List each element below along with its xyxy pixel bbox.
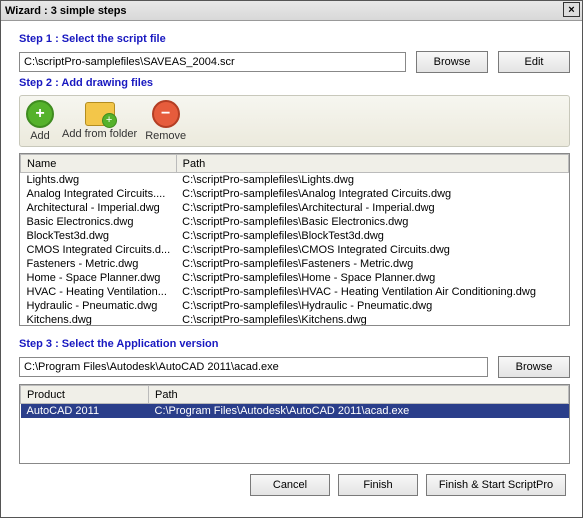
step2-label: Step 2 : Add drawing files bbox=[19, 77, 570, 89]
app-path-input[interactable] bbox=[19, 357, 488, 377]
cell-path: C:\scriptPro-samplefiles\CMOS Integrated… bbox=[176, 243, 568, 257]
window-title: Wizard : 3 simple steps bbox=[5, 5, 127, 17]
script-path-input[interactable] bbox=[19, 52, 406, 72]
table-row bbox=[21, 418, 569, 432]
browse-script-button[interactable]: Browse bbox=[416, 51, 488, 73]
table-row[interactable]: CMOS Integrated Circuits.d...C:\scriptPr… bbox=[21, 243, 569, 257]
cell-product: AutoCAD 2011 bbox=[21, 404, 149, 419]
browse-app-button[interactable]: Browse bbox=[498, 356, 570, 378]
cancel-button[interactable]: Cancel bbox=[250, 474, 330, 496]
finish-button[interactable]: Finish bbox=[338, 474, 418, 496]
table-row[interactable]: Analog Integrated Circuits....C:\scriptP… bbox=[21, 187, 569, 201]
cell-path: C:\scriptPro-samplefiles\Fasteners - Met… bbox=[176, 257, 568, 271]
add-from-folder-button[interactable]: Add from folder bbox=[62, 102, 137, 140]
step1-label: Step 1 : Select the script file bbox=[19, 33, 570, 45]
titlebar: Wizard : 3 simple steps × bbox=[1, 1, 582, 21]
table-row bbox=[21, 446, 569, 460]
cell-name: BlockTest3d.dwg bbox=[21, 229, 177, 243]
cell-name: Home - Space Planner.dwg bbox=[21, 271, 177, 285]
cell-path: C:\scriptPro-samplefiles\Hydraulic - Pne… bbox=[176, 299, 568, 313]
folder-plus-icon bbox=[85, 102, 115, 126]
add-folder-label: Add from folder bbox=[62, 128, 137, 140]
cell-path: C:\Program Files\Autodesk\AutoCAD 2011\a… bbox=[149, 404, 569, 419]
cell-name: Fasteners - Metric.dwg bbox=[21, 257, 177, 271]
cell-name: Lights.dwg bbox=[21, 173, 177, 188]
cell-path: C:\scriptPro-samplefiles\BlockTest3d.dwg bbox=[176, 229, 568, 243]
cell-path: C:\scriptPro-samplefiles\Kitchens.dwg bbox=[176, 313, 568, 326]
table-row[interactable]: Home - Space Planner.dwgC:\scriptPro-sam… bbox=[21, 271, 569, 285]
cell-name: Kitchens.dwg bbox=[21, 313, 177, 326]
cell-path: C:\scriptPro-samplefiles\Analog Integrat… bbox=[176, 187, 568, 201]
finish-start-button[interactable]: Finish & Start ScriptPro bbox=[426, 474, 566, 496]
col-header-prod-path[interactable]: Path bbox=[149, 386, 569, 404]
add-button[interactable]: + Add bbox=[26, 100, 54, 142]
cell-name: HVAC - Heating Ventilation... bbox=[21, 285, 177, 299]
remove-button[interactable]: − Remove bbox=[145, 100, 186, 142]
table-row[interactable]: Hydraulic - Pneumatic.dwgC:\scriptPro-sa… bbox=[21, 299, 569, 313]
table-row[interactable]: Fasteners - Metric.dwgC:\scriptPro-sampl… bbox=[21, 257, 569, 271]
plus-icon: + bbox=[26, 100, 54, 128]
cell-path: C:\scriptPro-samplefiles\Lights.dwg bbox=[176, 173, 568, 188]
close-icon[interactable]: × bbox=[563, 2, 580, 17]
table-row[interactable]: Kitchens.dwgC:\scriptPro-samplefiles\Kit… bbox=[21, 313, 569, 326]
step3-label: Step 3 : Select the Application version bbox=[19, 338, 570, 350]
col-header-name[interactable]: Name bbox=[21, 155, 177, 173]
col-header-path[interactable]: Path bbox=[176, 155, 568, 173]
table-row[interactable]: BlockTest3d.dwgC:\scriptPro-samplefiles\… bbox=[21, 229, 569, 243]
table-row[interactable]: AutoCAD 2011C:\Program Files\Autodesk\Au… bbox=[21, 404, 569, 419]
cell-name: Analog Integrated Circuits.... bbox=[21, 187, 177, 201]
edit-script-button[interactable]: Edit bbox=[498, 51, 570, 73]
table-row[interactable]: Lights.dwgC:\scriptPro-samplefiles\Light… bbox=[21, 173, 569, 188]
cell-name: CMOS Integrated Circuits.d... bbox=[21, 243, 177, 257]
cell-name: Hydraulic - Pneumatic.dwg bbox=[21, 299, 177, 313]
cell-name: Architectural - Imperial.dwg bbox=[21, 201, 177, 215]
table-row[interactable]: Basic Electronics.dwgC:\scriptPro-sample… bbox=[21, 215, 569, 229]
table-row[interactable]: Architectural - Imperial.dwgC:\scriptPro… bbox=[21, 201, 569, 215]
table-row[interactable]: HVAC - Heating Ventilation...C:\scriptPr… bbox=[21, 285, 569, 299]
col-header-product[interactable]: Product bbox=[21, 386, 149, 404]
minus-icon: − bbox=[152, 100, 180, 128]
cell-path: C:\scriptPro-samplefiles\HVAC - Heating … bbox=[176, 285, 568, 299]
products-table[interactable]: Product Path AutoCAD 2011C:\Program File… bbox=[19, 384, 570, 464]
cell-path: C:\scriptPro-samplefiles\Home - Space Pl… bbox=[176, 271, 568, 285]
cell-path: C:\scriptPro-samplefiles\Basic Electroni… bbox=[176, 215, 568, 229]
cell-name: Basic Electronics.dwg bbox=[21, 215, 177, 229]
cell-path: C:\scriptPro-samplefiles\Architectural -… bbox=[176, 201, 568, 215]
remove-label: Remove bbox=[145, 130, 186, 142]
table-row bbox=[21, 432, 569, 446]
drawings-table[interactable]: Name Path Lights.dwgC:\scriptPro-samplef… bbox=[19, 153, 570, 326]
drawing-toolbar: + Add Add from folder − Remove bbox=[19, 95, 570, 147]
add-label: Add bbox=[30, 130, 50, 142]
